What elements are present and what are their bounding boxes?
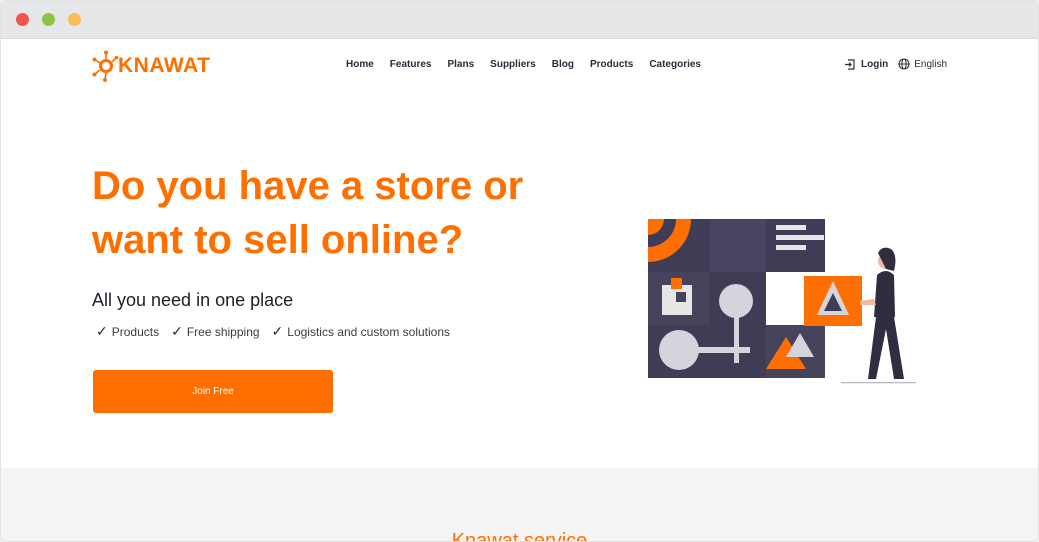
feature-item: ✓ Logistics and custom solutions [272, 323, 450, 340]
hero-illustration [648, 219, 916, 384]
nav-products[interactable]: Products [590, 59, 633, 70]
feature-list: ✓ Products ✓ Free shipping ✓ Logistics a… [96, 323, 462, 340]
main-nav: Home Features Plans Suppliers Blog Produ… [346, 59, 717, 70]
login-label: Login [861, 58, 889, 70]
nav-home[interactable]: Home [346, 59, 374, 70]
header-actions: Login English [844, 58, 947, 70]
language-selector[interactable]: English [898, 58, 947, 70]
feature-label: Logistics and custom solutions [287, 324, 451, 339]
browser-window: KNAWAT Home Features Plans Suppliers Blo… [0, 0, 1039, 542]
feature-label: Free shipping [186, 324, 260, 339]
site-header: KNAWAT Home Features Plans Suppliers Blo… [1, 39, 1038, 93]
nav-suppliers[interactable]: Suppliers [490, 59, 536, 70]
close-window-icon[interactable] [16, 13, 29, 26]
login-link[interactable]: Login [844, 59, 888, 70]
services-heading: Knawat service [451, 530, 588, 542]
hero-subtitle: All you need in one place [92, 290, 294, 310]
hero-title: Do you have a store or want to sell onli… [92, 164, 524, 262]
minimize-window-icon[interactable] [42, 13, 55, 26]
join-free-button[interactable]: Join Free [93, 370, 333, 413]
globe-icon [898, 58, 910, 70]
maximize-window-icon[interactable] [68, 13, 81, 26]
language-label: English [914, 58, 948, 70]
knawat-logo[interactable]: KNAWAT [92, 49, 210, 83]
nav-plans[interactable]: Plans [447, 59, 474, 70]
feature-label: Products [111, 324, 160, 339]
window-titlebar [1, 1, 1038, 39]
services-section: Knawat service [1, 468, 1038, 542]
feature-item: ✓ Products [96, 323, 159, 340]
nav-blog[interactable]: Blog [552, 59, 574, 70]
logo-text: KNAWAT [118, 54, 211, 77]
login-icon [845, 58, 855, 70]
logo-mark-icon [92, 50, 119, 82]
checkmark-icon: ✓ [96, 323, 108, 339]
checkmark-icon: ✓ [271, 323, 284, 339]
feature-item: ✓ Free shipping [171, 323, 259, 340]
checkmark-icon: ✓ [171, 323, 183, 339]
nav-categories[interactable]: Categories [649, 59, 701, 70]
nav-features[interactable]: Features [390, 59, 432, 70]
